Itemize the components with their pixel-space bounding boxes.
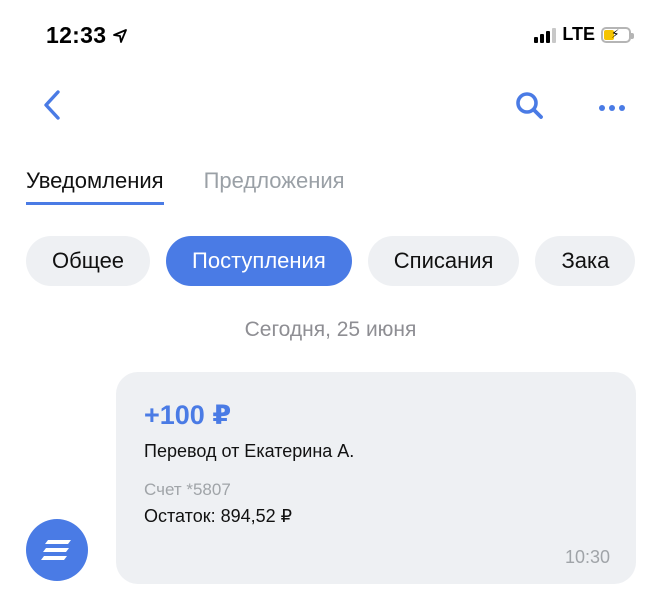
status-bar: 12:33 LTE ⚡: [0, 0, 661, 70]
location-arrow-icon: [113, 28, 128, 43]
filter-chips: Общее Поступления Списания Зака: [26, 236, 636, 286]
stacked-lines-logo-icon: [41, 540, 71, 560]
chip-outgoing[interactable]: Списания: [367, 236, 520, 286]
battery-icon: ⚡: [601, 26, 634, 43]
date-header: Сегодня, 25 июня: [244, 318, 417, 341]
transaction-amount: +100 ₽: [144, 400, 232, 430]
chip-orders[interactable]: Зака: [535, 236, 636, 286]
network-label: LTE: [562, 24, 595, 44]
transaction-description: Перевод от Екатерина А.: [144, 441, 355, 461]
status-time: 12:33: [46, 22, 128, 49]
tab-bar: Уведомления Предложения: [26, 168, 345, 205]
tab-notifications[interactable]: Уведомления: [26, 168, 164, 205]
tab-offers[interactable]: Предложения: [204, 168, 345, 205]
chip-incoming[interactable]: Поступления: [166, 236, 352, 286]
back-button[interactable]: [34, 84, 74, 126]
notification-card[interactable]: +100 ₽ Перевод от Екатерина А. Счет *580…: [116, 372, 636, 584]
status-time-text: 12:33: [46, 22, 107, 48]
ellipsis-icon: [599, 105, 625, 111]
account-balance: Остаток: 894,52 ₽: [144, 506, 293, 526]
top-nav: [0, 80, 661, 130]
chevron-left-icon: [44, 90, 60, 120]
search-button[interactable]: [510, 86, 550, 126]
search-icon: [516, 92, 543, 119]
transaction-time: 10:30: [564, 547, 610, 567]
status-indicators: LTE ⚡: [534, 24, 634, 45]
sender-avatar: [26, 519, 88, 581]
account-number: Счет *5807: [144, 480, 231, 499]
signal-icon: [534, 27, 557, 43]
more-button[interactable]: [590, 86, 634, 126]
chip-general[interactable]: Общее: [26, 236, 151, 286]
